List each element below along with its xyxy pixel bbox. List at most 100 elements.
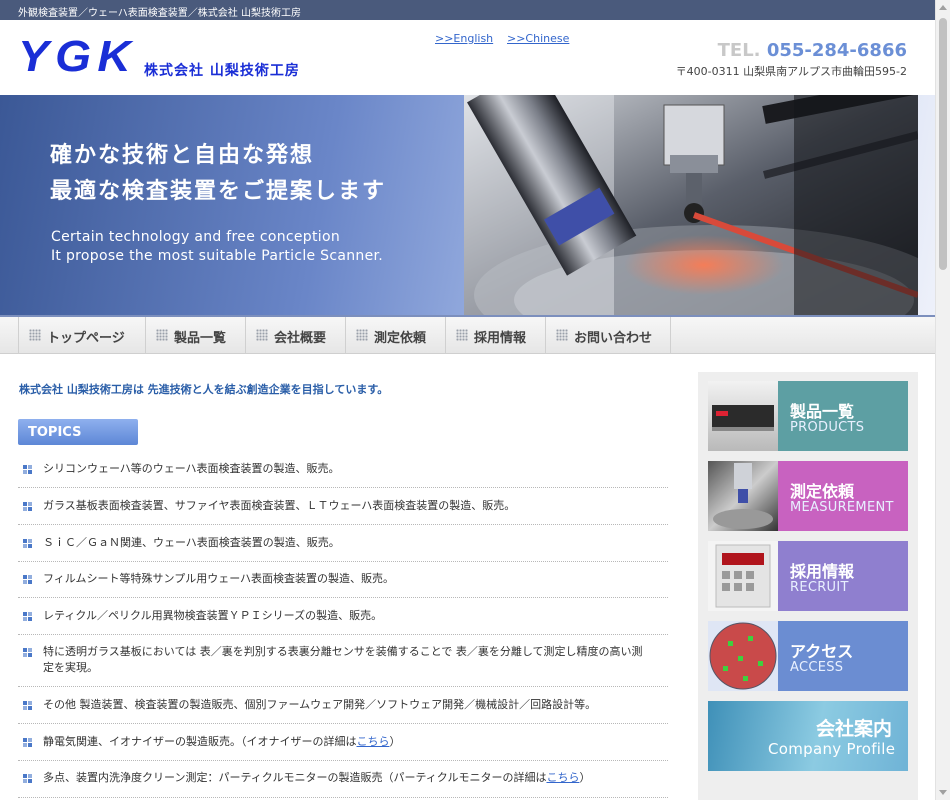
device-image (712, 405, 774, 431)
topic-text: 静電気関連、イオナイザーの製造販売。（イオナイザーの詳細はこちら） (43, 734, 653, 750)
tel-label: TEL. (717, 40, 761, 61)
access-banner[interactable]: アクセス ACCESS (708, 621, 908, 691)
products-banner[interactable]: 製品一覧 PRODUCTS (708, 381, 908, 451)
top-bar-text: 外観検査装置／ウェーハ表面検査装置／株式会社 山梨技術工房 (18, 8, 301, 19)
nav-products[interactable]: 製品一覧 (145, 317, 245, 354)
scroll-up-icon[interactable] (939, 5, 947, 10)
site-header: YGK 株式会社 山梨技術工房 >>English >>Chinese TEL.… (0, 20, 935, 95)
nav-label: 製品一覧 (174, 331, 227, 346)
topic-text-main: 静電気関連、イオナイザーの製造販売。（イオナイザーの詳細は (43, 735, 357, 748)
global-nav: トップページ 製品一覧 会社概要 測定依頼 採用情報 お問い合わせ (0, 315, 935, 354)
topic-text-after: ） (389, 735, 401, 748)
topic-text: その他 製造装置、検査装置の製造販売、個別ファームウェア開発／ソフトウェア開発／… (43, 698, 597, 711)
list-item: ＳｉＣ／ＧａＮ関連、ウェーハ表面検査装置の製造、販売。 (18, 535, 668, 562)
measurement-banner[interactable]: 測定依頼 MEASUREMENT (708, 461, 908, 531)
logo[interactable]: YGK (18, 32, 137, 82)
topic-text-after: ） (579, 771, 591, 784)
nav-top-page[interactable]: トップページ (18, 317, 145, 354)
bullet-icon (23, 539, 32, 548)
access-banner-subtitle: ACCESS (790, 660, 844, 675)
top-bar: 外観検査装置／ウェーハ表面検査装置／株式会社 山梨技術工房 (0, 0, 935, 20)
topic-text: 多点、装置内洗浄度クリーン測定：パーティクルモニターの製造販売（パーティクルモニ… (43, 770, 653, 786)
topic-text: フィルムシート等特殊サンプル用ウェーハ表面検査装置の製造、販売。 (43, 572, 395, 585)
access-thumbnail (708, 621, 778, 691)
particle-monitor-detail-link[interactable]: こちら (546, 771, 579, 784)
products-banner-subtitle: PRODUCTS (790, 420, 865, 435)
nav-recruit[interactable]: 採用情報 (445, 317, 545, 354)
hero-headline-2: 最適な検査装置をご提案します (50, 179, 387, 204)
list-item: フィルムシート等特殊サンプル用ウェーハ表面検査装置の製造、販売。 (18, 571, 668, 598)
dotted-square-icon (356, 329, 368, 341)
dotted-square-icon (456, 329, 468, 341)
wafer-map-image (709, 622, 777, 690)
nav-measurement[interactable]: 測定依頼 (345, 317, 445, 354)
control-panel-image (715, 544, 771, 608)
company-banner-subtitle: Company Profile (768, 740, 896, 758)
sidebar: 製品一覧 PRODUCTS 測定依頼 MEASUREMENT 採用情報 RECR… (698, 372, 918, 800)
products-thumbnail (708, 381, 778, 451)
topic-text: 特に透明ガラス基板においては 表／裏を判別する表裏分離センサを装備することで 表… (43, 645, 643, 674)
bullet-icon (23, 612, 32, 621)
hero-headline-1: 確かな技術と自由な発想 (50, 143, 315, 168)
bullet-icon (23, 465, 32, 474)
topic-text: シリコンウェーハ等のウェーハ表面検査装置の製造、販売。 (43, 462, 340, 475)
recruit-banner-subtitle: RECRUIT (790, 580, 849, 595)
topic-text: ガラス基板表面検査装置、サファイヤ表面検査装置、ＬＴウェーハ表面検査装置の製造、… (43, 499, 516, 512)
dotted-square-icon (556, 329, 568, 341)
nav-label: お問い合わせ (574, 331, 653, 346)
list-item: ガラス基板表面検査装置、サファイヤ表面検査装置、ＬＴウェーハ表面検査装置の製造、… (18, 498, 668, 525)
measurement-banner-title: 測定依頼 (790, 482, 855, 501)
access-banner-title: アクセス (790, 642, 854, 661)
dotted-square-icon (29, 329, 41, 341)
bullet-icon (23, 502, 32, 511)
hero-subline-1: Certain technology and free conception (51, 229, 341, 245)
vertical-scrollbar[interactable] (935, 0, 950, 800)
nav-label: トップページ (47, 331, 125, 346)
telephone: TEL. 055-284-6866 (718, 40, 907, 61)
bullet-icon (23, 701, 32, 710)
hero-photo (464, 95, 918, 315)
microscope-image (464, 95, 918, 315)
topics-heading-label: TOPICS (28, 425, 82, 440)
list-item: 静電気関連、イオナイザーの製造販売。（イオナイザーの詳細はこちら） (18, 734, 668, 761)
company-banner-title: 会社案内 (816, 718, 893, 740)
nav-contact[interactable]: お問い合わせ (545, 317, 671, 354)
hero-subline-2: It propose the most suitable Particle Sc… (51, 248, 384, 264)
dotted-square-icon (156, 329, 168, 341)
english-link[interactable]: >>English (435, 32, 493, 45)
nav-label: 測定依頼 (374, 331, 427, 346)
bullet-icon (23, 738, 32, 747)
recruit-thumbnail (708, 541, 778, 611)
topic-text: ＳｉＣ／ＧａＮ関連、ウェーハ表面検査装置の製造、販売。 (43, 536, 340, 549)
topic-text-main: 多点、装置内洗浄度クリーン測定：パーティクルモニターの製造販売（パーティクルモニ… (43, 771, 547, 784)
list-item: シリコンウェーハ等のウェーハ表面検査装置の製造、販売。 (18, 461, 668, 488)
list-item: 多点、装置内洗浄度クリーン測定：パーティクルモニターの製造販売（パーティクルモニ… (18, 770, 668, 798)
nav-company[interactable]: 会社概要 (245, 317, 345, 354)
list-item: 特に透明ガラス基板においては 表／裏を判別する表裏分離センサを装備することで 表… (18, 644, 668, 687)
list-item: その他 製造装置、検査装置の製造販売、個別ファームウェア開発／ソフトウェア開発／… (18, 697, 668, 724)
bullet-icon (23, 648, 32, 657)
recruit-banner[interactable]: 採用情報 RECRUIT (708, 541, 908, 611)
chinese-link[interactable]: >>Chinese (507, 32, 569, 45)
company-profile-banner[interactable]: 会社案内 Company Profile (708, 701, 908, 771)
nav-label: 会社概要 (274, 331, 327, 346)
topic-text: レティクル／ペリクル用異物検査装置ＹＰＩシリーズの製造、販売。 (43, 609, 383, 622)
ionizer-detail-link[interactable]: こちら (357, 735, 390, 748)
bullet-icon (23, 774, 32, 783)
measurement-thumbnail (708, 461, 778, 531)
intro-text: 株式会社 山梨技術工房は 先進技術と人を結ぶ創造企業を目指しています。 (19, 383, 389, 396)
bullet-icon (23, 575, 32, 584)
tel-number: 055-284-6866 (766, 40, 907, 61)
recruit-banner-title: 採用情報 (790, 562, 855, 581)
scrollbar-thumb[interactable] (939, 18, 947, 270)
company-name: 株式会社 山梨技術工房 (144, 63, 300, 79)
list-item: レティクル／ペリクル用異物検査装置ＹＰＩシリーズの製造、販売。 (18, 608, 668, 635)
hero-banner: 確かな技術と自由な発想 最適な検査装置をご提案します Certain techn… (0, 95, 935, 315)
address: 〒400-0311 山梨県南アルプス市曲輪田595-2 (675, 65, 907, 78)
nav-label: 採用情報 (474, 331, 527, 346)
measurement-banner-subtitle: MEASUREMENT (790, 500, 894, 515)
dotted-square-icon (256, 329, 268, 341)
scroll-down-icon[interactable] (939, 790, 947, 795)
microscope-image (713, 463, 773, 529)
products-banner-title: 製品一覧 (790, 402, 855, 421)
